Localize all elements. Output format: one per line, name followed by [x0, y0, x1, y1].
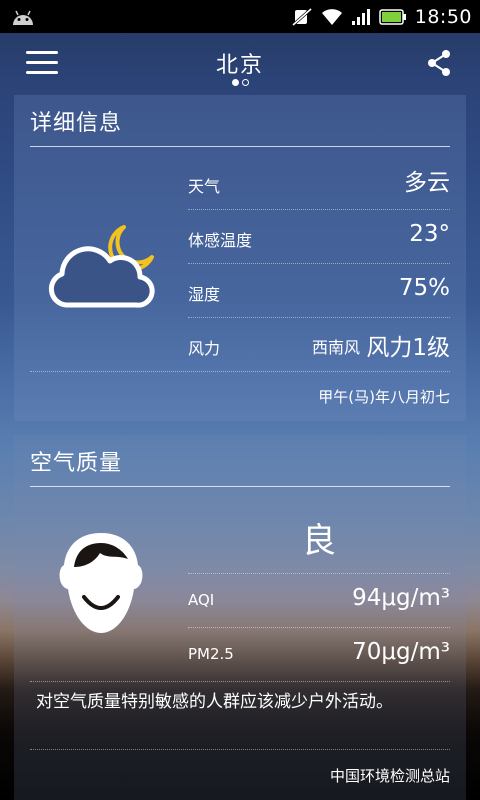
page-dot [231, 79, 239, 86]
weather-value: 多云 [404, 170, 450, 196]
air-title: 空气质量 [30, 451, 123, 476]
clock: 18:50 [414, 5, 472, 28]
share-icon[interactable] [426, 49, 452, 77]
app-bar: 北京 [0, 33, 480, 95]
row-divider [30, 681, 450, 682]
aqi-label: AQI [188, 591, 215, 609]
weather-screen: 18:50 北京 详细信息 天气 多云 体感温度 23° 湿度 75% 风力 西… [0, 0, 480, 800]
page-dot [241, 79, 249, 86]
pm25-value: 70μg/m³ [352, 639, 450, 665]
status-bar: 18:50 [0, 0, 480, 33]
battery-icon [378, 8, 406, 25]
android-icon [13, 10, 33, 25]
pm25-row: PM2.5 70μg/m³ [188, 627, 450, 681]
wind-direction: 西南风 [311, 338, 360, 357]
aqi-value: 94μg/m³ [352, 585, 450, 611]
page-indicator [0, 79, 480, 86]
detail-title: 详细信息 [30, 111, 123, 136]
lunar-date: 甲午(马)年八月初七 [318, 388, 450, 406]
humidity-row: 湿度 75% [188, 263, 450, 317]
mute-icon [291, 7, 312, 26]
feels-label: 体感温度 [188, 231, 253, 250]
air-quality-card: 空气质量 良 AQI 94μg/m³ PM2.5 70μg/m³ 对空气质量特别… [14, 435, 466, 800]
city-title[interactable]: 北京 [0, 47, 480, 79]
weather-row: 天气 多云 [188, 155, 450, 209]
health-advice: 对空气质量特别敏感的人群应该减少户外活动。 [36, 692, 393, 712]
pm25-label: PM2.5 [188, 645, 234, 663]
divider [30, 486, 450, 487]
divider [30, 146, 450, 147]
row-divider [30, 371, 450, 372]
wind-label: 风力 [188, 339, 221, 358]
aqi-row: AQI 94μg/m³ [188, 573, 450, 627]
feels-row: 体感温度 23° [188, 209, 450, 263]
humidity-label: 湿度 [188, 285, 221, 304]
partly-cloudy-night-icon [48, 225, 155, 308]
row-divider [30, 749, 450, 750]
detail-card: 详细信息 天气 多云 体感温度 23° 湿度 75% 风力 西南风 风力1级 甲… [14, 95, 466, 421]
signal-icon [351, 8, 370, 25]
data-source: 中国环境检测总站 [329, 767, 450, 785]
wifi-icon [321, 8, 342, 25]
smiling-face-icon [59, 533, 143, 633]
air-grade: 良 [302, 521, 336, 561]
weather-label: 天气 [188, 177, 221, 196]
wind-value: 风力1级 [366, 335, 450, 361]
humidity-value: 75% [398, 275, 450, 301]
feels-value: 23° [409, 221, 450, 247]
wind-row: 风力 西南风 风力1级 [188, 317, 450, 371]
